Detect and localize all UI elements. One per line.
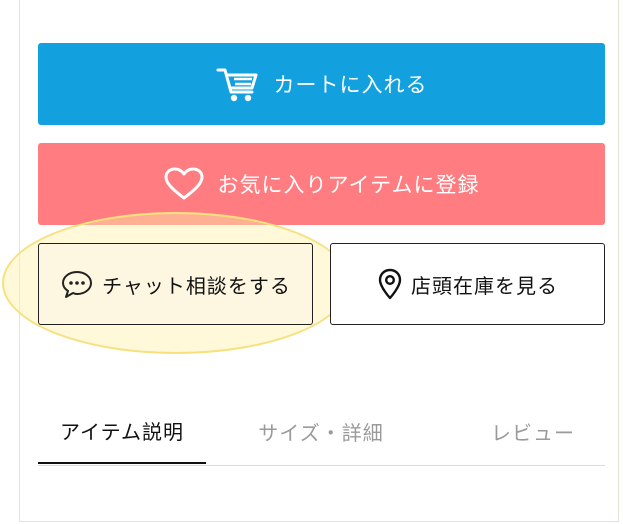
chat-bubble-icon [60, 269, 94, 299]
tab-item-description[interactable]: アイテム説明 [38, 398, 206, 464]
heart-icon [164, 167, 204, 201]
add-to-favorites-label: お気に入りアイテムに登録 [217, 173, 480, 197]
cart-icon [216, 64, 260, 104]
tab-reviews[interactable]: レビュー [458, 398, 608, 464]
add-to-cart-label: カートに入れる [273, 73, 428, 97]
chat-consult-label: チャット相談をする [102, 273, 291, 298]
chat-consult-button[interactable]: チャット相談をする [38, 243, 313, 325]
tab-size-details[interactable]: サイズ・詳細 [236, 398, 406, 464]
add-to-cart-button[interactable]: カートに入れる [38, 43, 605, 125]
map-pin-icon [377, 268, 403, 300]
store-stock-label: 店頭在庫を見る [411, 273, 558, 298]
product-tabs: アイテム説明 サイズ・詳細 レビュー [38, 398, 605, 466]
add-to-favorites-button[interactable]: お気に入りアイテムに登録 [38, 143, 605, 225]
store-stock-button[interactable]: 店頭在庫を見る [330, 243, 605, 325]
